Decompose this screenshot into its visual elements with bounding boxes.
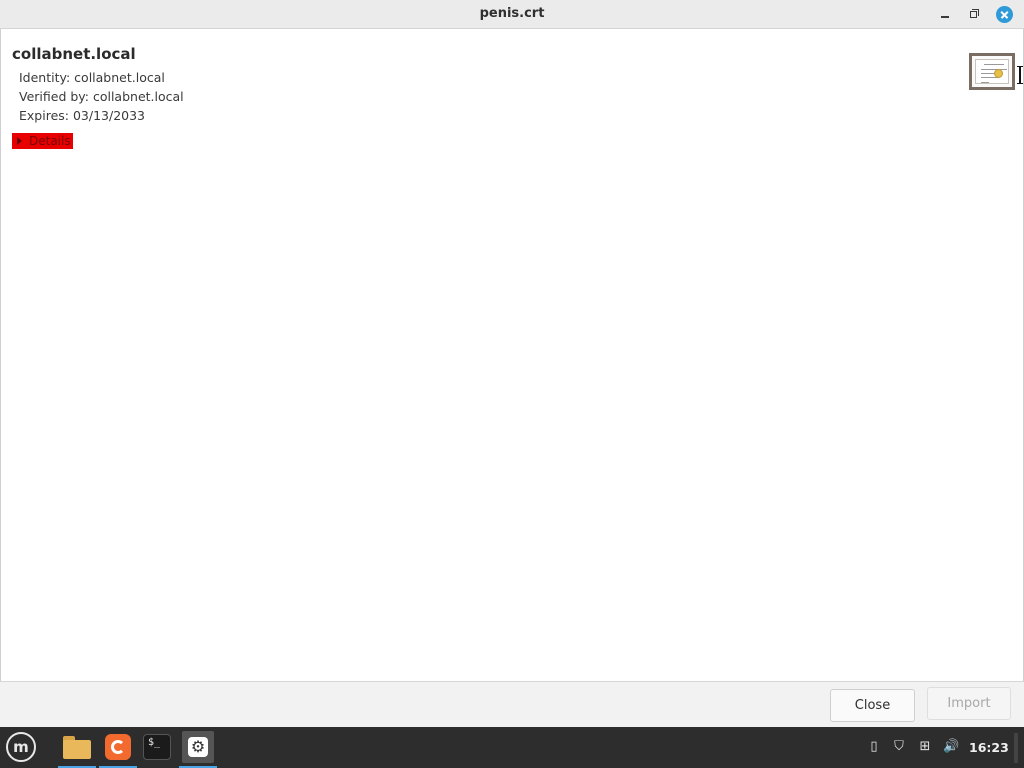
import-button[interactable]: Import: [927, 687, 1011, 720]
certificate-viewer: collabnet.local Identity: collabnet.loca…: [0, 29, 1024, 681]
identity-field: Identity: collabnet.local: [19, 70, 165, 85]
clipboard-icon[interactable]: ▯: [866, 739, 882, 755]
show-desktop-button[interactable]: [1014, 733, 1018, 763]
expires-field: Expires: 03/13/2033: [19, 108, 146, 123]
firefox-icon[interactable]: [99, 731, 137, 768]
taskbar: m $_ ⚙ ▯ ⛉ ⊞ 🔊 16:23: [0, 727, 1024, 768]
certificate-name: collabnet.local: [12, 45, 136, 63]
terminal-icon[interactable]: $_: [141, 731, 173, 763]
clock[interactable]: 16:23: [969, 740, 1009, 755]
mint-menu-icon[interactable]: m: [6, 732, 36, 762]
verified-by-field: Verified by: collabnet.local: [19, 89, 184, 104]
settings-icon[interactable]: ⚙: [179, 731, 217, 768]
network-icon[interactable]: ⊞: [917, 739, 933, 755]
minimize-button[interactable]: [935, 5, 955, 23]
volume-icon[interactable]: 🔊: [943, 739, 959, 755]
text-cursor-icon: [1017, 66, 1023, 84]
shield-icon[interactable]: ⛉: [891, 739, 907, 755]
expander-arrow-icon: [17, 137, 22, 145]
close-window-button[interactable]: [996, 6, 1013, 23]
folder-icon[interactable]: [58, 731, 96, 768]
certificate-icon: [969, 53, 1015, 90]
window-title: penis.crt: [479, 6, 545, 21]
dialog-button-bar: Close Import: [0, 681, 1024, 727]
maximize-button[interactable]: [965, 5, 985, 23]
close-button[interactable]: Close: [830, 689, 915, 722]
window-titlebar[interactable]: penis.crt: [0, 0, 1024, 29]
details-label: Details: [29, 134, 71, 148]
details-expander[interactable]: Details: [12, 133, 73, 149]
